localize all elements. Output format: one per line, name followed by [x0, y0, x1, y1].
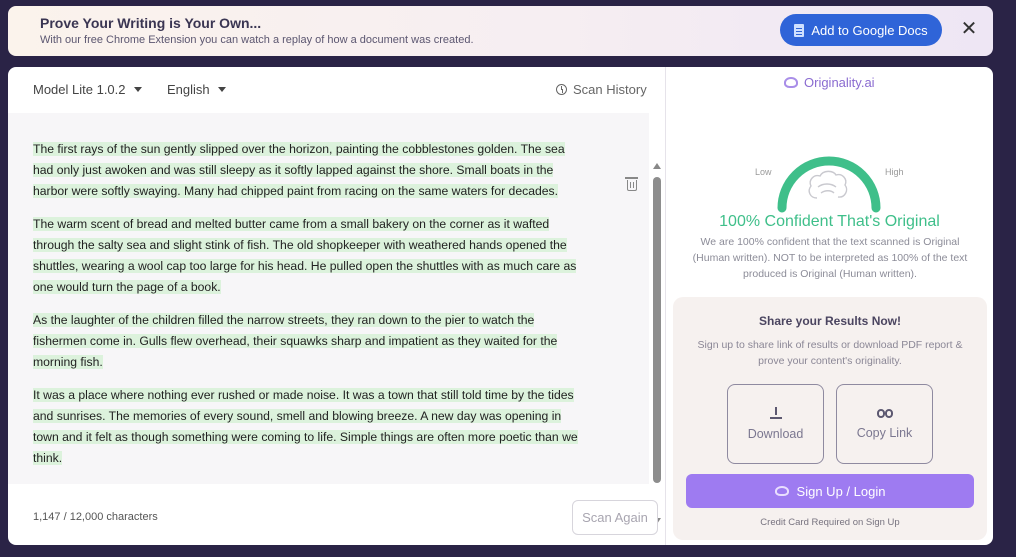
highlighted-text: It was a place where nothing ever rushed…: [33, 388, 578, 465]
scan-results-card: Model Lite 1.0.2 English Scan History Th…: [8, 67, 993, 545]
confidence-title: 100% Confident That's Original: [719, 213, 940, 230]
scanned-text: The first rays of the sun gently slipped…: [33, 139, 588, 481]
language-select-label: English: [167, 82, 210, 97]
download-icon: [769, 407, 782, 419]
model-select-label: Model Lite 1.0.2: [33, 82, 126, 97]
share-title: Share your Results Now!: [758, 314, 902, 328]
scan-history-button[interactable]: Scan History: [556, 82, 647, 97]
results-panel: Originality.ai Low High 100% Confident T…: [666, 67, 993, 545]
chevron-down-icon: [133, 87, 142, 92]
gauge-high-label: High: [885, 167, 904, 177]
link-icon: [876, 408, 893, 418]
credit-card-note: Credit Card Required on Sign Up: [760, 517, 900, 528]
paragraph: As the laughter of the children filled t…: [33, 310, 588, 373]
scanned-text-area[interactable]: The first rays of the sun gently slipped…: [8, 113, 661, 524]
banner-subtitle: With our free Chrome Extension you can w…: [40, 34, 474, 46]
google-docs-icon: [794, 23, 805, 37]
highlighted-text: The first rays of the sun gently slipped…: [33, 142, 565, 198]
share-description: Sign up to share link of results or down…: [697, 339, 963, 367]
brand-logo: Originality.ai: [784, 75, 875, 90]
scan-history-label: Scan History: [573, 82, 647, 97]
scroll-up-arrow-icon[interactable]: [653, 163, 661, 169]
copy-link-button[interactable]: Copy Link: [836, 384, 933, 464]
paragraph: The first rays of the sun gently slipped…: [33, 139, 588, 202]
copy-link-label: Copy Link: [856, 425, 913, 440]
chrome-extension-banner: Prove Your Writing is Your Own... With o…: [8, 6, 993, 56]
paragraph: It was a place where nothing ever rushed…: [33, 385, 588, 469]
scrollbar[interactable]: [652, 161, 662, 528]
sign-up-login-label: Sign Up / Login: [796, 483, 886, 499]
banner-title: Prove Your Writing is Your Own...: [40, 15, 262, 31]
highlighted-text: As the laughter of the children filled t…: [33, 313, 558, 369]
trash-icon[interactable]: [625, 177, 638, 191]
editor-panel: Model Lite 1.0.2 English Scan History Th…: [8, 67, 665, 545]
paragraph: The warm scent of bread and melted butte…: [33, 214, 588, 298]
confidence-description: We are 100% confident that the text scan…: [692, 236, 968, 280]
history-icon: [556, 84, 567, 95]
brand-name: Originality.ai: [804, 75, 875, 90]
close-icon[interactable]: ✕: [958, 18, 980, 40]
chevron-down-icon: [217, 87, 226, 92]
brain-logo-icon: [774, 486, 789, 496]
scan-again-button[interactable]: Scan Again: [572, 500, 658, 535]
share-results-card: Share your Results Now! Sign up to share…: [673, 297, 987, 540]
brain-icon: [808, 170, 848, 199]
download-button[interactable]: Download: [727, 384, 824, 464]
model-select[interactable]: Model Lite 1.0.2: [33, 82, 142, 97]
download-label: Download: [747, 427, 804, 441]
brain-logo-icon: [784, 77, 798, 88]
gauge-low-label: Low: [755, 167, 772, 177]
highlighted-text: The warm scent of bread and melted butte…: [33, 217, 577, 294]
character-count: 1,147 / 12,000 characters: [33, 511, 158, 523]
confidence-gauge: [777, 156, 881, 213]
add-to-google-docs-button[interactable]: Add to Google Docs: [780, 14, 942, 46]
add-to-google-docs-label: Add to Google Docs: [811, 22, 928, 38]
language-select[interactable]: English: [167, 82, 226, 97]
sign-up-login-button[interactable]: Sign Up / Login: [686, 474, 974, 508]
scrollbar-thumb[interactable]: [653, 177, 661, 483]
